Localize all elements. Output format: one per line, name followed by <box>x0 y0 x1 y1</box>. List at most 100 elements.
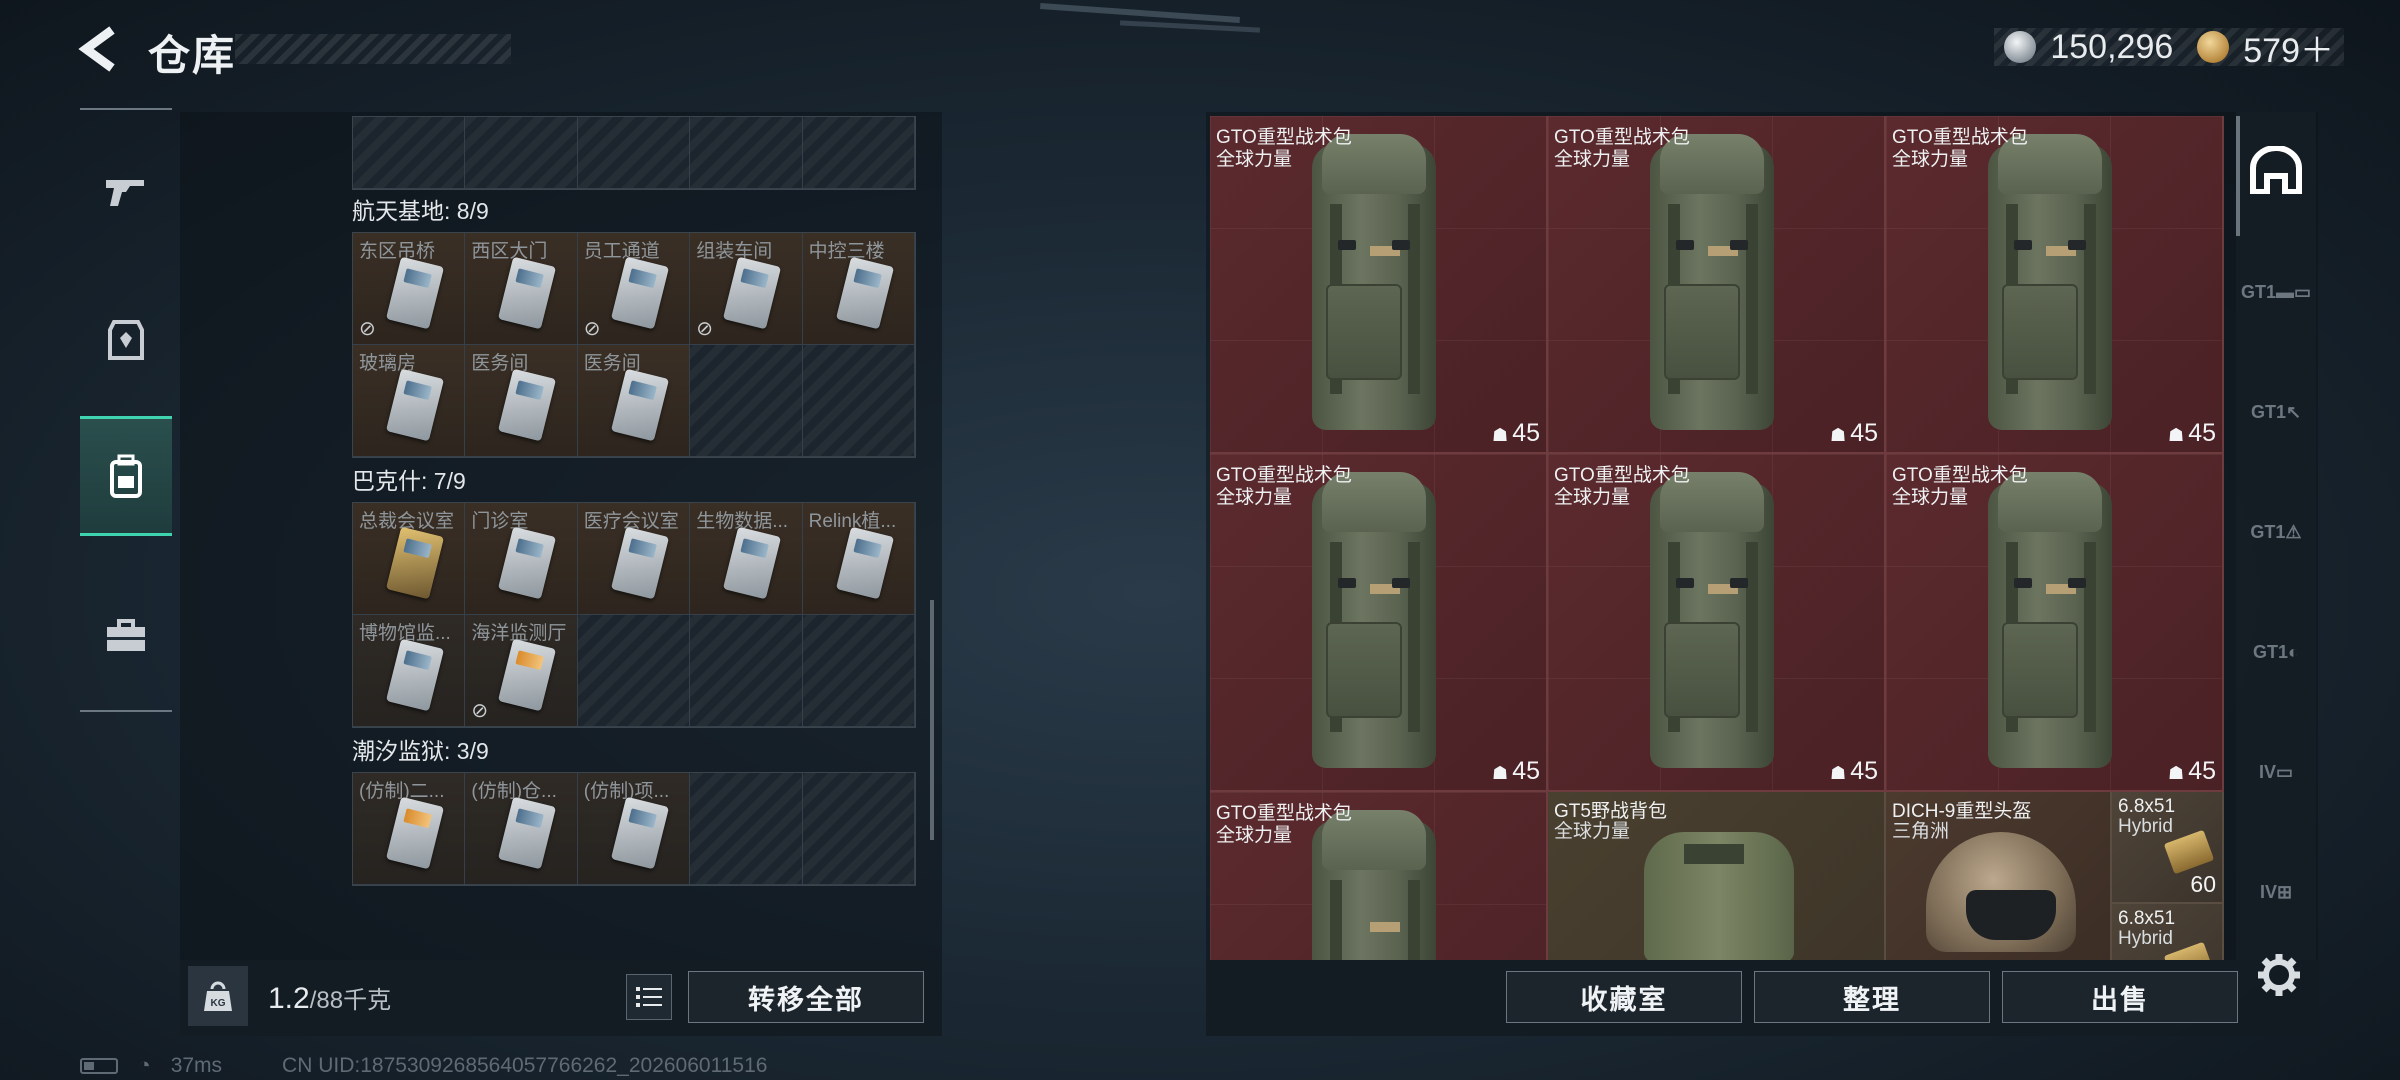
keycard-icon <box>498 796 557 870</box>
page-title: 仓库 <box>148 32 237 79</box>
side-tab-gt1-warning[interactable]: GT1⚠ <box>2236 482 2316 582</box>
back-arrow-icon[interactable] <box>76 26 126 72</box>
category-nav <box>80 108 172 712</box>
currency-display: 150,296 579＋ <box>1994 23 2344 72</box>
silver-coin-amount: 150,296 <box>2050 27 2174 66</box>
keycard-slot[interactable]: 医疗会议室 <box>577 503 691 615</box>
durability-icon: ☗ <box>1492 763 1509 783</box>
ammo-item[interactable]: 6.8x51 Hybrid 60 <box>2112 792 2224 904</box>
keycard-icon <box>385 638 445 712</box>
durability-label: ☗ 45 <box>1830 757 1878 785</box>
side-tab-gt1-tag[interactable]: GT1◐ <box>2236 602 2316 702</box>
keycard-icon <box>498 638 557 712</box>
backpack-tab-icon <box>2250 146 2302 194</box>
keycard-slot[interactable]: 博物馆监... <box>353 615 466 727</box>
gt1-warning-tab-icon: GT1⚠ <box>2250 521 2302 542</box>
broken-icon: ⊘ <box>359 318 376 340</box>
gun-icon <box>106 180 144 206</box>
empty-slot <box>690 615 803 727</box>
keycard-slot[interactable]: 医务间 <box>465 345 578 457</box>
uid-text: CN UID:1875309268564057766262_2026060115… <box>282 1054 768 1077</box>
keycard-slot[interactable]: Relink植... <box>802 503 915 615</box>
backpack-icon <box>1646 472 1778 772</box>
keycard-slot[interactable]: 西区大门 <box>465 233 578 345</box>
gold-coin-amount[interactable]: 579＋ <box>2243 23 2334 72</box>
keycard-grid-aerospace: 东区吊桥 ⊘ 西区大门 员工通道 ⊘ 组装车间 ⊘ 中控三楼 玻璃房 医务间 医务间 <box>352 232 916 458</box>
durability-label: ☗ 45 <box>2168 757 2216 785</box>
nav-armor[interactable] <box>80 280 172 400</box>
nav-weapons[interactable] <box>80 130 172 250</box>
backpack-item[interactable]: GTO重型战术包 全球力量 ☗ 45 <box>1886 454 2224 792</box>
side-tab-iv-add[interactable]: IV⊞ <box>2236 842 2316 942</box>
ammo-item[interactable]: 6.8x51 Hybrid <box>2112 904 2224 960</box>
keycard-slot[interactable]: (仿制)项... <box>577 773 691 885</box>
collection-room-button[interactable]: 收藏室 <box>1506 971 1742 1023</box>
backpack-icon <box>1308 472 1440 772</box>
transfer-all-button[interactable]: 转移全部 <box>688 971 924 1023</box>
broken-icon: ⊘ <box>583 318 601 340</box>
keycard-slot[interactable]: 医务间 <box>577 345 691 457</box>
iv-add-tab-icon: IV⊞ <box>2259 881 2293 902</box>
broken-icon: ⊘ <box>471 700 489 722</box>
list-view-button[interactable] <box>626 974 672 1020</box>
keycard-slot[interactable]: 海洋监测厅 ⊘ <box>465 615 578 727</box>
durability-icon: ☗ <box>1492 425 1509 445</box>
battery-icon <box>80 1058 118 1074</box>
sort-button[interactable]: 整理 <box>1754 971 1990 1023</box>
status-bar: ◔ 37ms CN UID:1875309268564057766262_202… <box>80 1054 767 1078</box>
backpack-item[interactable]: GT5野战背包 全球力量 <box>1548 792 1886 960</box>
keycard-icon <box>723 256 782 330</box>
nav-backpacks[interactable] <box>80 416 172 536</box>
keycard-slot[interactable]: 中控三楼 <box>802 233 915 345</box>
keycard-icon <box>835 256 894 330</box>
durability-label: ☗ 45 <box>1492 419 1540 447</box>
gear-icon[interactable] <box>2256 952 2302 998</box>
gold-coin-icon <box>2197 31 2230 63</box>
keycard-slot[interactable]: 玻璃房 <box>353 345 466 457</box>
keycard-grid-bakhsh: 总裁会议室 门诊室 医疗会议室 生物数据... Relink植... 博物馆监.… <box>352 502 916 728</box>
sell-button[interactable]: 出售 <box>2002 971 2238 1023</box>
keycard-slot[interactable]: (仿制)二... <box>353 773 466 885</box>
keycard-slot[interactable]: 组装车间 ⊘ <box>690 233 803 345</box>
broken-icon: ⊘ <box>696 318 713 340</box>
nav-tools[interactable] <box>80 576 172 696</box>
keycard-icon <box>723 526 782 600</box>
keycard-slot[interactable]: 生物数据... <box>690 503 803 615</box>
keycard-icon <box>835 526 894 600</box>
list-icon <box>636 987 662 1007</box>
keycard-slot[interactable]: 总裁会议室 <box>353 503 466 615</box>
section-label: 巴克什: 7/9 <box>352 468 466 494</box>
gt1-rifle-tab-icon: GT1▬▭ <box>2240 281 2311 302</box>
keycard-slot[interactable]: 员工通道 ⊘ <box>577 233 691 345</box>
backpack-icon <box>1984 134 2116 434</box>
helmet-item[interactable]: DICH-9重型头盔 三角洲 <box>1886 792 2112 960</box>
backpack-item[interactable]: GTO重型战术包 全球力量 <box>1210 792 1548 960</box>
side-tab-bar: GT1▬▭ GT1↖ GT1⚠ GT1◐ IV▭ IV⊞ <box>2236 112 2316 960</box>
keycard-slot[interactable]: 门诊室 <box>465 503 578 615</box>
toolbox-icon <box>107 619 145 651</box>
empty-slot <box>802 773 915 885</box>
storage-scrollbar[interactable] <box>930 600 934 840</box>
backpack-item[interactable]: GTO重型战术包 全球力量 ☗ 45 <box>1210 116 1548 454</box>
backpack-item[interactable]: GTO重型战术包 全球力量 ☗ 45 <box>1210 454 1548 792</box>
side-tab-backpack[interactable] <box>2236 120 2316 220</box>
side-tab-gt1-cursor[interactable]: GT1↖ <box>2236 362 2316 462</box>
side-tab-iv-folder[interactable]: IV▭ <box>2236 722 2316 822</box>
durability-icon: ☗ <box>2168 425 2185 445</box>
empty-slot <box>690 773 803 885</box>
keycard-slot[interactable]: (仿制)仓... <box>465 773 578 885</box>
svg-text:KG: KG <box>211 998 226 1009</box>
side-tab-gt1-rifle[interactable]: GT1▬▭ <box>2236 242 2316 342</box>
backpack-scrollbar[interactable] <box>2236 116 2240 236</box>
keycard-icon <box>498 256 557 330</box>
keycard-icon <box>385 256 445 330</box>
gt1-tag-tab-icon: GT1◐ <box>2253 641 2299 662</box>
section-label: 潮汐监狱: 3/9 <box>352 738 489 764</box>
keycard-slot[interactable]: 东区吊桥 ⊘ <box>353 233 466 345</box>
backpack-item[interactable]: GTO重型战术包 全球力量 ☗ 45 <box>1548 454 1886 792</box>
section-label: 航天基地: 8/9 <box>352 198 489 224</box>
backpack-item[interactable]: GTO重型战术包 全球力量 ☗ 45 <box>1886 116 2224 454</box>
keycard-icon <box>385 796 445 870</box>
backpack-item[interactable]: GTO重型战术包 全球力量 ☗ 45 <box>1548 116 1886 454</box>
keycard-icon <box>610 368 669 442</box>
